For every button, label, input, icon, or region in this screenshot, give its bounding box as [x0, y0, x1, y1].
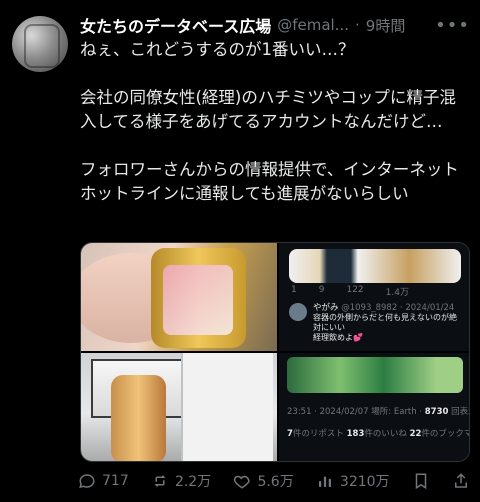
line1-bold: 8730	[424, 407, 449, 417]
media-grid[interactable]: 1 9 122 1.4万 やがみ @1093_8982 · 2024/01/24…	[80, 242, 470, 462]
line1-suffix: 回表示	[451, 407, 469, 417]
more-icon[interactable]: •••	[435, 15, 470, 36]
bookmark-icon	[412, 472, 430, 490]
screenshot-reply: やがみ @1093_8982 · 2024/01/24 容器の外側からだと何も見…	[289, 301, 464, 345]
tweet-header: 女たちのデータベース広場 @femal... · 9時間 •••	[80, 12, 470, 38]
line1-prefix: 23:51 · 2024/02/07 場所: Earth ·	[287, 407, 425, 417]
handle[interactable]: @femal...	[277, 16, 349, 34]
share-button[interactable]	[452, 472, 470, 490]
stat-2: 9	[318, 285, 325, 295]
screenshot-thumbnails	[289, 249, 461, 283]
jar-label-photo	[163, 265, 233, 335]
stat-4: 1.4万	[385, 288, 409, 298]
tweet-text: ねぇ、これどうするのが1番いい…？ 会社の同僚女性(経理)のハチミツやコップに精…	[80, 40, 459, 203]
views-button[interactable]: 3210万	[316, 471, 390, 491]
like-count: 5.6万	[257, 474, 294, 490]
bookmark-button[interactable]	[412, 472, 430, 490]
media-image-3[interactable]	[81, 353, 277, 461]
line2-a-label: 件のリポスト	[292, 429, 347, 439]
media-image-2[interactable]: 1 9 122 1.4万 やがみ @1093_8982 · 2024/01/24…	[279, 243, 469, 351]
reply-icon	[78, 472, 96, 490]
action-bar: 717 2.2万 5.6万 3210万	[78, 468, 470, 494]
retweet-count: 2.2万	[174, 474, 212, 490]
stat-3: 122	[346, 285, 364, 295]
like-button[interactable]: 5.6万	[233, 471, 294, 491]
screenshot-line-1: 23:51 · 2024/02/07 場所: Earth · 8730 回表示	[287, 405, 469, 417]
stat-1: 1	[291, 285, 297, 295]
reply-handle-date: @1093_8982 · 2024/01/24	[341, 303, 455, 313]
line2-c-label: 件のブックマーク	[421, 429, 469, 439]
reply-avatar	[289, 303, 307, 321]
line2-b-label: 件のいいね	[364, 429, 410, 439]
media-image-4[interactable]: 23:51 · 2024/02/07 場所: Earth · 8730 回表示 …	[279, 353, 469, 461]
reply-author: やがみ	[313, 303, 339, 313]
share-icon	[452, 472, 470, 490]
display-name[interactable]: 女たちのデータベース広場	[80, 13, 271, 37]
heart-icon	[233, 472, 251, 490]
reply-button[interactable]: 717	[78, 472, 129, 490]
reply-count: 717	[102, 473, 129, 489]
media-image-1[interactable]	[81, 243, 277, 351]
line2-b: 183	[346, 429, 365, 439]
retweet-button[interactable]: 2.2万	[151, 471, 211, 491]
retweet-icon	[151, 472, 169, 490]
line2-c: 22	[409, 429, 422, 439]
screenshot-photo	[287, 357, 463, 393]
reply-body: 容器の外側からだと何も見えないのが絶対にいい 経理飲めよ💕	[313, 313, 457, 342]
separator-dot: ·	[355, 16, 360, 34]
screenshot-line-2: 7件のリポスト 183件のいいね 22件のブックマーク	[287, 427, 469, 439]
avatar[interactable]	[12, 16, 68, 72]
views-icon	[316, 472, 334, 490]
honey-bottle-photo	[111, 375, 166, 461]
timestamp[interactable]: 9時間	[366, 15, 406, 36]
views-count: 3210万	[339, 474, 390, 490]
cabinet-photo	[181, 353, 273, 461]
reply-meta: やがみ @1093_8982 · 2024/01/24	[313, 301, 454, 313]
screenshot-stats: 1 9 122 1.4万	[291, 285, 409, 298]
